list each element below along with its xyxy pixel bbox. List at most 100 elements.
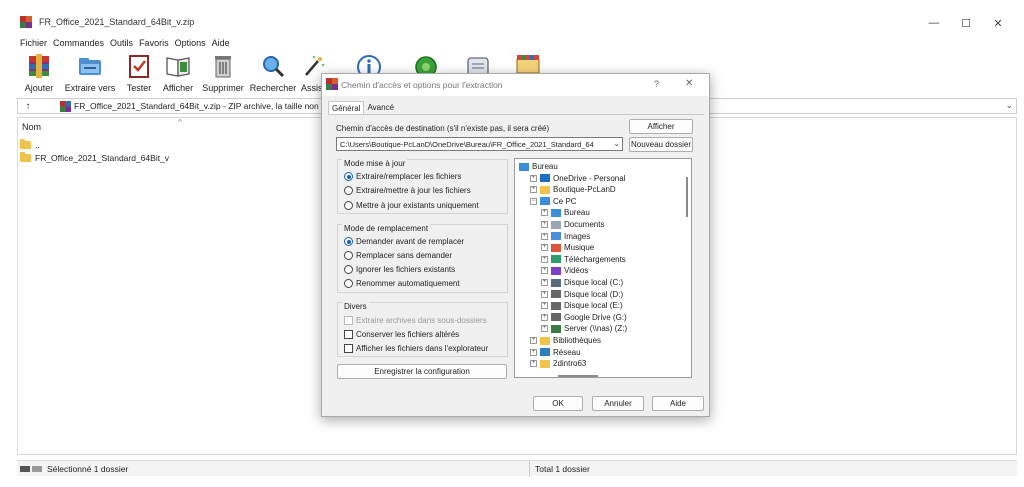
sort-arrow-icon: ^: [178, 118, 182, 127]
tree-node[interactable]: + Documents: [541, 219, 604, 230]
zip-archive-icon: [60, 101, 71, 112]
tree-node-label: Disque local (E:): [564, 301, 623, 311]
radio-extract-update[interactable]: Extraire/mettre à jour les fichiers: [344, 185, 471, 196]
expand-icon[interactable]: +: [530, 360, 537, 368]
view-button[interactable]: Afficher: [160, 52, 196, 94]
new-folder-button[interactable]: Nouveau dossier: [629, 137, 693, 152]
check-keep-broken[interactable]: Conserver les fichiers altérés: [344, 329, 459, 340]
tree-node[interactable]: + Server (\\nas) (Z:): [541, 323, 627, 334]
expand-icon[interactable]: +: [541, 279, 548, 286]
menu-commandes[interactable]: Commandes: [50, 37, 107, 51]
maximize-button[interactable]: ☐: [950, 12, 982, 34]
tree-node[interactable]: + Boutique-PcLanD: [530, 184, 616, 195]
file-row-folder[interactable]: FR_Office_2021_Standard_64Bit_v: [20, 151, 169, 164]
expand-icon[interactable]: +: [530, 337, 537, 344]
tree-node[interactable]: + Musique: [541, 242, 594, 253]
tree-node[interactable]: + Images: [541, 231, 590, 242]
menu-outils[interactable]: Outils: [107, 37, 136, 51]
tree-node[interactable]: + OneDrive - Personal: [530, 173, 625, 184]
tab-general[interactable]: Général: [328, 101, 365, 114]
expand-icon[interactable]: +: [541, 290, 548, 298]
menu-aide[interactable]: Aide: [209, 37, 233, 51]
tree-horizontal-scrollbar[interactable]: [558, 375, 598, 377]
add-button[interactable]: Ajouter: [20, 52, 58, 94]
tree-node[interactable]: + Bureau: [541, 207, 590, 218]
tree-node[interactable]: + Bibliothèques: [530, 335, 601, 346]
tree-node-label: Disque local (D:): [564, 289, 624, 299]
expand-icon[interactable]: +: [541, 232, 548, 240]
show-button[interactable]: Afficher: [629, 119, 693, 134]
dialog-help-button[interactable]: ?: [654, 79, 659, 89]
add-archive-icon: [29, 54, 49, 78]
expand-icon[interactable]: +: [530, 186, 537, 194]
tree-node[interactable]: Bureau: [519, 161, 558, 172]
find-button[interactable]: Rechercher: [250, 52, 296, 94]
tree-node[interactable]: +2dintro63: [530, 358, 586, 369]
tree-node[interactable]: + Disque local (E:): [541, 300, 623, 311]
test-button-label: Tester: [126, 83, 152, 93]
close-button[interactable]: ✕: [982, 12, 1014, 34]
menu-fichier[interactable]: Fichier: [17, 37, 50, 51]
expand-icon[interactable]: +: [541, 325, 548, 333]
tree-node-label: Images: [564, 231, 591, 241]
expand-icon[interactable]: +: [541, 221, 548, 228]
ok-button[interactable]: OK: [533, 396, 583, 411]
expand-icon[interactable]: +: [541, 244, 548, 252]
expand-icon[interactable]: +: [541, 209, 548, 217]
dialog-tabs: Général Avancé: [328, 101, 397, 114]
menu-favoris[interactable]: Favoris: [136, 37, 172, 51]
dialog-app-icon: [326, 78, 338, 90]
check-show-in-explorer[interactable]: Afficher les fichiers dans l'explorateur: [344, 343, 488, 354]
column-header-name[interactable]: Nom: [22, 122, 41, 132]
help-button[interactable]: Aide: [652, 396, 704, 411]
radio-replace-without[interactable]: Remplacer sans demander: [344, 250, 452, 261]
folder-icon: [540, 359, 550, 368]
tree-vertical-scrollbar[interactable]: [686, 177, 688, 217]
cancel-button[interactable]: Annuler: [592, 396, 644, 411]
minimize-button[interactable]: —: [918, 12, 950, 34]
status-selection: Sélectionné 1 dossier: [47, 464, 129, 474]
checkbox: [344, 344, 353, 353]
winrar-app-icon: [20, 16, 32, 28]
up-folder-button[interactable]: ↑: [17, 99, 39, 113]
expand-icon[interactable]: +: [530, 174, 537, 182]
tree-node-label: Bureau: [564, 208, 590, 218]
radio-ask-before[interactable]: Demander avant de remplacer: [344, 236, 464, 247]
radio-rename-auto[interactable]: Renommer automatiquement: [344, 278, 460, 289]
expand-icon[interactable]: +: [541, 302, 548, 310]
extract-to-button[interactable]: Extraire vers: [64, 52, 116, 94]
file-row-parent[interactable]: ..: [20, 138, 40, 151]
folder-tree[interactable]: Bureau + OneDrive - Personal + Boutique-PcLa…: [514, 158, 692, 378]
winrar-main-window: FR_Office_2021_Standard_64Bit_v.zip — ☐ …: [0, 0, 1024, 487]
music-icon: [551, 243, 561, 252]
tree-node[interactable]: + Vidéos: [541, 265, 588, 276]
check-extract-subfolders[interactable]: Extraire archives dans sous-dossiers: [344, 315, 487, 326]
dialog-close-button[interactable]: ✕: [685, 78, 693, 89]
expand-icon[interactable]: +: [541, 313, 548, 321]
tree-node[interactable]: + Téléchargements: [541, 254, 626, 265]
tree-node-label: Ce PC: [553, 196, 577, 206]
destination-path-combo[interactable]: C:\Users\Boutique-PcLanD\OneDrive\Bureau…: [336, 137, 623, 151]
menu-options[interactable]: Options: [172, 37, 209, 51]
radio-extract-replace[interactable]: Extraire/remplacer les fichiers: [344, 171, 461, 182]
delete-button[interactable]: Supprimer: [200, 52, 246, 94]
expand-icon[interactable]: +: [541, 255, 548, 263]
delete-icon: [215, 56, 231, 78]
collapse-icon[interactable]: −: [530, 197, 537, 205]
tree-node[interactable]: − Ce PC: [530, 196, 577, 207]
tree-node[interactable]: + Disque local (C:): [541, 277, 623, 288]
system-drive-icon: [551, 278, 561, 287]
tree-node[interactable]: + Google Drive (G:): [541, 312, 627, 323]
tab-advanced[interactable]: Avancé: [364, 101, 397, 114]
radio-skip-existing[interactable]: Ignorer les fichiers existants: [344, 264, 455, 275]
file-row-name: FR_Office_2021_Standard_64Bit_v: [35, 152, 170, 163]
expand-icon[interactable]: +: [541, 267, 548, 275]
tree-node[interactable]: + Disque local (D:): [541, 289, 623, 300]
radio-update-existing[interactable]: Mettre à jour existants uniquement: [344, 200, 479, 211]
tree-node[interactable]: + Réseau: [530, 347, 581, 358]
test-button[interactable]: Tester: [123, 52, 155, 94]
address-dropdown-chevron-icon[interactable]: ⌄: [1005, 100, 1013, 111]
address-path[interactable]: FR_Office_2021_Standard_64Bit_v.zip - ZI…: [74, 101, 330, 111]
save-settings-button[interactable]: Enregistrer la configuration: [337, 364, 507, 379]
expand-icon[interactable]: +: [530, 348, 537, 356]
